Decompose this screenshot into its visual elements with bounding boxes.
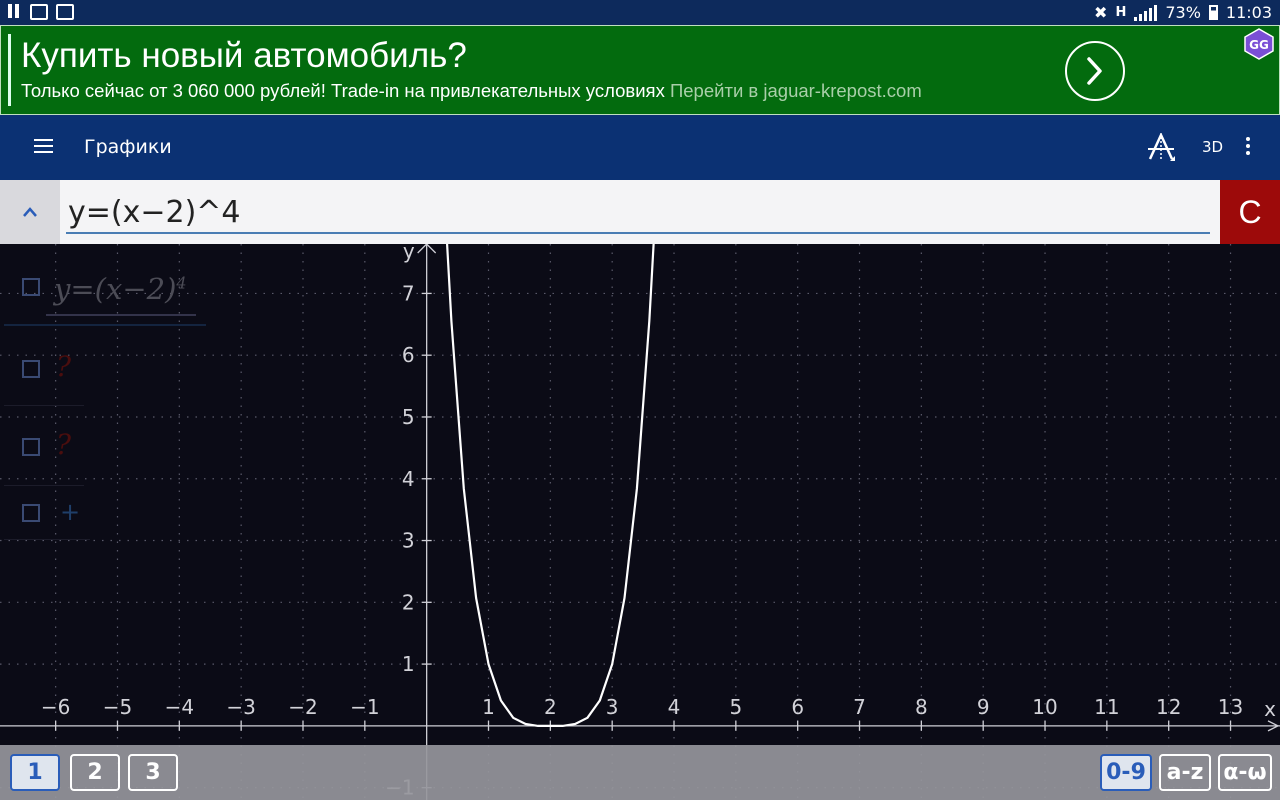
x-tick-label: −4 [165, 695, 194, 719]
page-tab-2[interactable]: 2 [70, 754, 120, 791]
clock: 11:03 [1225, 3, 1272, 22]
x-tick-label: 5 [729, 695, 742, 719]
menu-icon[interactable] [34, 139, 54, 155]
function-visibility-checkbox[interactable] [22, 438, 40, 456]
x-tick-label: 2 [544, 695, 557, 719]
y-tick-label: 6 [402, 343, 415, 367]
y-tick-label: 3 [402, 529, 415, 553]
y-tick-label: 4 [402, 467, 415, 491]
ad-go-button[interactable] [1065, 41, 1125, 101]
function-curves [445, 244, 655, 727]
y-tick-label: 7 [402, 281, 415, 305]
add-function-item[interactable]: + [4, 494, 90, 540]
x-tick-label: 7 [853, 695, 866, 719]
function-item[interactable]: y=(x−2)4 [4, 248, 206, 326]
ad-banner[interactable]: Купить новый автомобиль? Только сейчас о… [0, 25, 1280, 115]
chevron-up-icon [23, 207, 37, 217]
app-title: Графики [84, 136, 172, 158]
function-visibility-checkbox[interactable] [22, 360, 40, 378]
ad-link[interactable]: Перейти в jaguar-krepost.com [670, 80, 922, 101]
keyboard-mode-digits[interactable]: 0-9 [1100, 754, 1152, 791]
function-item[interactable]: ? [4, 416, 84, 486]
status-bar: ✖ H 73% 11:03 [0, 0, 1280, 25]
function-placeholder: ? [56, 428, 72, 461]
battery-icon [1208, 5, 1218, 20]
page-tab-3[interactable]: 3 [128, 754, 178, 791]
function-visibility-checkbox[interactable] [22, 278, 40, 296]
function-placeholder: ? [56, 350, 72, 383]
graph-plot[interactable]: −6−5−4−3−2−112345678910111213−11234567xy [0, 244, 1280, 800]
x-tick-label: 3 [606, 695, 619, 719]
pause-icon [8, 4, 22, 20]
network-type: H [1115, 5, 1127, 20]
function-expression-base: y=(x−2) [54, 272, 177, 306]
add-function-icon[interactable]: + [60, 498, 80, 526]
battery-percent: 73% [1165, 3, 1201, 22]
graph-tool-icon[interactable] [1145, 131, 1177, 163]
screenshot-icon [56, 4, 74, 20]
chevron-right-icon [1087, 57, 1102, 85]
y-tick-label: 1 [402, 652, 415, 676]
x-tick-label: 9 [977, 695, 990, 719]
function-expression-exponent: 4 [176, 273, 187, 293]
ad-accent-bar [8, 34, 11, 106]
3d-mode-button[interactable]: 3D [1202, 138, 1223, 156]
function-item[interactable]: ? [4, 336, 84, 406]
function-visibility-checkbox[interactable] [22, 504, 40, 522]
function-curve [445, 244, 655, 727]
ad-title: Купить новый автомобиль? [21, 36, 467, 75]
x-tick-label: 10 [1032, 695, 1057, 719]
more-options-icon[interactable] [1242, 137, 1254, 157]
x-tick-label: 6 [791, 695, 804, 719]
x-tick-label: −1 [350, 695, 379, 719]
mute-icon: ✖ [1094, 3, 1108, 22]
x-tick-label: 4 [668, 695, 681, 719]
function-expression: y=(x−2)4 [54, 272, 187, 306]
ad-text: Только сейчас от 3 060 000 рублей! Trade… [21, 80, 922, 102]
x-tick-label: 13 [1218, 695, 1243, 719]
x-tick-label: −5 [103, 695, 132, 719]
keyboard-tab-bar: 1 2 3 0-9 a-z α-ω [0, 745, 1280, 800]
function-underline [46, 314, 196, 316]
formula-input[interactable] [66, 192, 1210, 234]
x-axis-label: x [1264, 697, 1276, 721]
ad-description: Только сейчас от 3 060 000 рублей! Trade… [21, 80, 665, 101]
gg-badge-label: GG [1249, 38, 1269, 52]
signal-icon [1134, 4, 1158, 21]
x-tick-label: 11 [1094, 695, 1119, 719]
x-tick-label: 8 [915, 695, 928, 719]
y-tick-label: 2 [402, 590, 415, 614]
x-tick-label: 1 [482, 695, 495, 719]
keyboard-mode-latin[interactable]: a-z [1159, 754, 1211, 791]
notification-icon [30, 4, 48, 20]
x-tick-label: −3 [226, 695, 255, 719]
graph-area[interactable]: −6−5−4−3−2−112345678910111213−11234567xy [0, 244, 1280, 800]
gg-badge-icon[interactable]: GG [1243, 28, 1275, 60]
page-tab-1[interactable]: 1 [10, 754, 60, 791]
y-tick-label: 5 [402, 405, 415, 429]
y-axis-label: y [403, 244, 415, 263]
tick-labels: −6−5−4−3−2−112345678910111213−11234567xy [41, 244, 1276, 800]
x-tick-label: −6 [41, 695, 70, 719]
clear-button[interactable]: C [1220, 180, 1280, 244]
x-tick-label: 12 [1156, 695, 1181, 719]
x-tick-label: −2 [288, 695, 317, 719]
collapse-button[interactable] [0, 180, 60, 244]
keyboard-mode-greek[interactable]: α-ω [1218, 754, 1272, 791]
formula-bar: C [0, 180, 1280, 244]
app-bar: Графики 3D [0, 115, 1280, 180]
